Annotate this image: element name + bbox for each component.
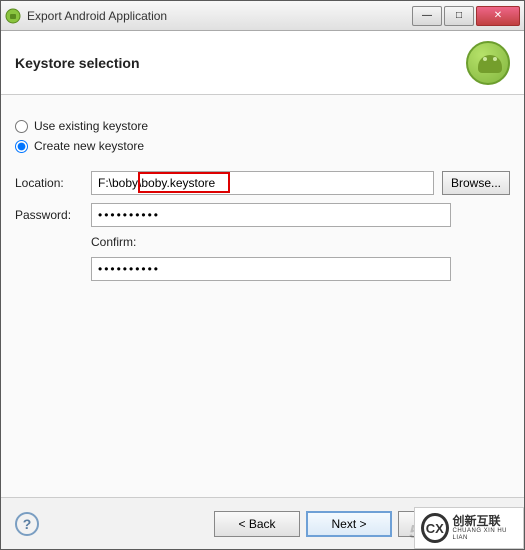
page-title: Keystore selection [15,55,466,71]
radio-create-new-input[interactable] [15,140,28,153]
radio-use-existing[interactable]: Use existing keystore [15,119,510,133]
corner-logo-text: 创新互联 CHUANG XIN HU LIAN [453,515,518,541]
radio-use-existing-input[interactable] [15,120,28,133]
dialog-header: Keystore selection [1,31,524,95]
titlebar: Export Android Application — □ ✕ [1,1,524,31]
minimize-button[interactable]: — [412,6,442,26]
confirm-label: Confirm: [91,235,434,249]
back-button[interactable]: < Back [214,511,300,537]
window-controls: — □ ✕ [412,6,520,26]
window-title: Export Android Application [27,9,412,23]
dialog-window: Export Android Application — □ ✕ Keystor… [0,0,525,550]
browse-button[interactable]: Browse... [442,171,510,195]
corner-logo: CX 创新互联 CHUANG XIN HU LIAN [414,507,524,549]
next-button[interactable]: Next > [306,511,392,537]
corner-logo-line1: 创新互联 [453,515,518,528]
radio-use-existing-label: Use existing keystore [34,119,148,133]
app-icon [5,8,21,24]
close-button[interactable]: ✕ [476,6,520,26]
form-grid: Location: Browse... Password: Confirm: [15,171,510,289]
location-wrap [91,171,434,195]
corner-logo-icon: CX [421,513,449,543]
password-label: Password: [15,208,83,222]
radio-create-new-label: Create new keystore [34,139,144,153]
corner-logo-line2: CHUANG XIN HU LIAN [453,528,518,541]
confirm-input[interactable] [91,257,451,281]
content-area: Use existing keystore Create new keystor… [1,95,524,499]
maximize-button[interactable]: □ [444,6,474,26]
location-label: Location: [15,176,83,190]
radio-create-new[interactable]: Create new keystore [15,139,510,153]
location-input[interactable] [91,171,434,195]
password-input[interactable] [91,203,451,227]
help-icon[interactable]: ? [15,512,39,536]
android-icon [466,41,510,85]
